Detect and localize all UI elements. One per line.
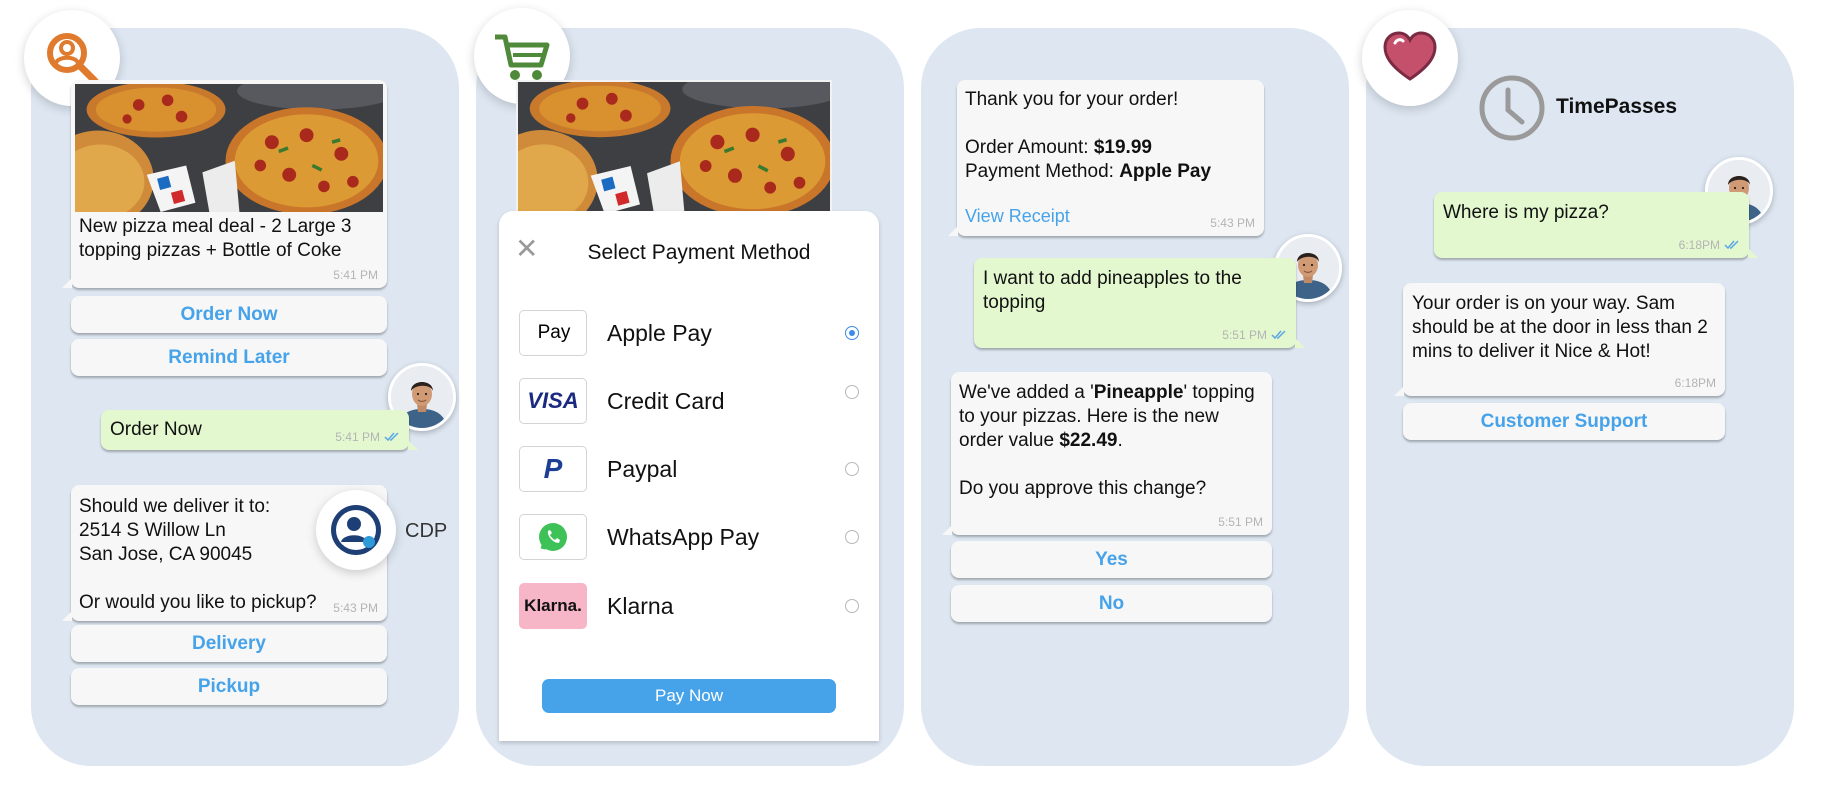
panel-tracking <box>1366 28 1794 766</box>
cdp-badge <box>316 490 396 570</box>
view-receipt-link[interactable]: View Receipt <box>965 204 1070 228</box>
double-check-icon <box>1271 330 1286 340</box>
visa-logo-icon: VISA <box>519 378 587 424</box>
heart-badge <box>1362 10 1458 106</box>
order-now-button[interactable]: Order Now <box>71 296 387 333</box>
no-button[interactable]: No <box>951 585 1272 622</box>
payment-option-klarna[interactable]: Klarna. Klarna <box>519 581 859 631</box>
order-amount-line: Order Amount: $19.99 <box>965 137 1152 158</box>
where-is-pizza-text: Where is my pizza? <box>1443 202 1609 223</box>
radio-apple-pay[interactable] <box>845 326 859 340</box>
payment-option-paypal[interactable]: P Paypal <box>519 444 859 494</box>
message-time: 5:41 PM <box>333 268 378 282</box>
delivery-button[interactable]: Delivery <box>71 625 387 662</box>
shopping-cart-icon <box>495 34 550 80</box>
customer-support-button[interactable]: Customer Support <box>1403 403 1725 440</box>
cdp-label: CDP <box>405 520 448 542</box>
payment-method-line: Payment Method: Apple Pay <box>965 161 1212 182</box>
user-reply-text: Order Now <box>110 419 202 440</box>
order-status-bubble: Your order is on your way. Sam should be… <box>1394 283 1725 396</box>
payment-option-label: Credit Card <box>607 387 725 414</box>
message-time: 5:43 PM <box>1210 216 1255 230</box>
pickup-button[interactable]: Pickup <box>71 668 387 705</box>
radio-paypal[interactable] <box>845 462 859 476</box>
pineapple-request-text: I want to add pineapples to the topping <box>983 268 1242 313</box>
deal-card: New pizza meal deal - 2 Large 3 topping … <box>62 80 387 288</box>
message-time: 5:51 PM <box>1222 328 1287 342</box>
double-check-icon <box>384 432 399 442</box>
user-reply-bubble: Order Now 5:41 PM <box>101 410 418 450</box>
radio-credit-card[interactable] <box>845 385 859 399</box>
order-confirmation-bubble: Thank you for your order! Order Amount: … <box>948 80 1264 236</box>
sheet-title: Select Payment Method <box>587 241 811 264</box>
change-description: We've added a 'Pineapple' topping to you… <box>959 382 1255 451</box>
whatsapp-logo-icon <box>519 514 587 560</box>
message-time: 6:18PM <box>1674 376 1716 390</box>
approve-question: Do you approve this change? <box>959 478 1207 499</box>
remind-later-button[interactable]: Remind Later <box>71 339 387 376</box>
yes-button[interactable]: Yes <box>951 541 1272 578</box>
payment-option-label: Paypal <box>607 455 678 482</box>
payment-option-credit-card[interactable]: VISA Credit Card <box>519 376 859 426</box>
pizza-image <box>516 80 832 216</box>
payment-option-apple-pay[interactable]: Pay Apple Pay <box>519 308 859 358</box>
message-time: 6:18PM <box>1679 238 1740 252</box>
where-is-pizza-bubble: Where is my pizza? 6:18PM <box>1434 192 1758 258</box>
radio-klarna[interactable] <box>845 599 859 613</box>
double-check-icon <box>1724 240 1739 250</box>
radio-whatsapp-pay[interactable] <box>845 530 859 544</box>
payment-option-label: Klarna <box>607 592 674 619</box>
klarna-logo-icon: Klarna. <box>519 583 587 629</box>
clock-icon <box>1479 75 1545 141</box>
payment-option-whatsapp-pay[interactable]: WhatsApp Pay <box>519 512 859 562</box>
pineapple-request-bubble: I want to add pineapples to the topping … <box>974 258 1305 348</box>
change-approval-bubble: We've added a 'Pineapple' topping to you… <box>942 372 1272 535</box>
apple-pay-logo-icon: Pay <box>519 310 587 356</box>
message-time: 5:43 PM <box>333 601 378 615</box>
deal-text: New pizza meal deal - 2 Large 3 topping … <box>79 216 352 261</box>
heart-icon <box>1383 31 1437 81</box>
cdp-profile-icon <box>331 505 381 555</box>
order-status-text: Your order is on your way. Sam should be… <box>1412 293 1708 362</box>
time-passes-label: TimePasses <box>1556 95 1678 118</box>
pay-now-button[interactable]: Pay Now <box>542 679 836 713</box>
payment-option-label: Apple Pay <box>607 319 712 346</box>
thank-you-line: Thank you for your order! <box>965 89 1179 110</box>
pizza-image <box>75 84 383 212</box>
payment-option-label: WhatsApp Pay <box>607 523 760 550</box>
payment-sheet: ✕ Select Payment Method Pay Apple Pay VI… <box>499 211 879 741</box>
message-time: 5:41 PM <box>335 430 400 444</box>
paypal-logo-icon: P <box>519 446 587 492</box>
message-time: 5:51 PM <box>1218 515 1263 529</box>
